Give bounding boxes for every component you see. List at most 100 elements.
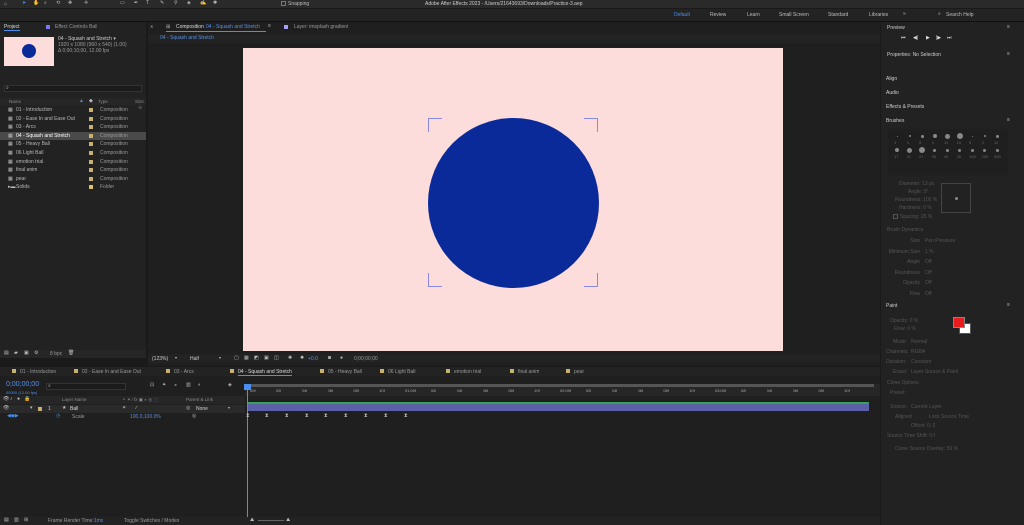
timeline-tab[interactable]: 05 - Heavy Ball: [328, 369, 362, 375]
show-snapshot-icon[interactable]: ●: [340, 355, 343, 361]
timeline-tab[interactable]: emotion trial: [454, 369, 481, 375]
project-search-field[interactable]: ⌕: [4, 85, 142, 92]
dynamics-value[interactable]: Pen Pressure: [925, 238, 955, 244]
brush-angle[interactable]: Angle: 0°: [908, 189, 928, 195]
new-folder-icon[interactable]: ▰: [14, 350, 18, 356]
layer-parent[interactable]: None: [196, 406, 208, 412]
column-name[interactable]: Name: [9, 99, 21, 104]
brush-tip[interactable]: [945, 148, 949, 152]
collapse-switch-icon[interactable]: ✶: [122, 405, 126, 411]
layer-row[interactable]: 👁 ▾ 1 ★ Ball ✶ ∕ ◎ None ▾: [0, 405, 245, 413]
keyframe-marker[interactable]: ⧗: [404, 414, 408, 419]
mask-visibility-icon[interactable]: ◩: [254, 355, 259, 361]
property-row[interactable]: ◀◆▶ ◷ Scale 100.0,100.0% ◎: [0, 413, 245, 421]
eraser-tool-icon[interactable]: ◈: [187, 0, 191, 6]
rectangle-tool-icon[interactable]: ▭: [120, 0, 125, 6]
panel-menu-icon[interactable]: ≡: [1007, 24, 1010, 30]
label-color-swatch[interactable]: [89, 142, 93, 147]
label-color-swatch[interactable]: [89, 108, 93, 112]
search-help-input[interactable]: Search Help: [946, 12, 974, 18]
time-ruler[interactable]: 00f 02f 04f 06f 08f 10f 01:00f 02f 04f 06f 08f 10f 0…: [245, 384, 880, 396]
label-color-swatch[interactable]: [89, 159, 93, 164]
keyframe-marker[interactable]: ⧗: [364, 414, 368, 419]
brush-tip[interactable]: [908, 135, 911, 137]
region-of-interest-icon[interactable]: ▢: [234, 355, 239, 361]
keyframe-marker[interactable]: ⧗: [324, 414, 328, 419]
delete-icon[interactable]: 🗑: [68, 350, 74, 356]
paint-menu-icon[interactable]: ≡: [1007, 302, 1010, 308]
timeline-tab[interactable]: 06 Light Ball: [388, 369, 416, 375]
workspace-default[interactable]: Default: [674, 12, 690, 18]
keyframe-marker[interactable]: ⧗: [285, 414, 289, 419]
zoom-in-icon[interactable]: ⛰: [286, 517, 290, 523]
brush-tip[interactable]: [896, 135, 898, 137]
clone-source-value[interactable]: Current Layer: [911, 404, 942, 410]
brush-diameter[interactable]: Diameter: 13 px: [899, 181, 934, 187]
brush-hardness[interactable]: Hardness: 0 %: [899, 205, 932, 211]
exposure-icon[interactable]: ✹: [300, 355, 304, 361]
column-size[interactable]: Size: [135, 99, 144, 104]
keyframe-marker[interactable]: ⧗: [305, 414, 309, 419]
keyframe-marker[interactable]: ⧗: [344, 414, 348, 419]
comp-breadcrumb[interactable]: 04 - Squash and Stretch: [160, 35, 214, 41]
label-color-swatch[interactable]: [89, 168, 93, 173]
chevron-down-icon[interactable]: ▾: [175, 355, 177, 360]
composition-tab-name[interactable]: 04 - Squash and Stretch: [206, 24, 260, 30]
zoom-tool-icon[interactable]: ⌕: [44, 0, 47, 6]
brush-tip[interactable]: [983, 135, 986, 137]
composition-tab-label[interactable]: Composition: [176, 24, 204, 30]
workspace-libraries[interactable]: Libraries: [869, 12, 888, 18]
brush-tip[interactable]: [983, 148, 986, 152]
snapping-checkbox[interactable]: [281, 1, 286, 6]
snapshot-icon[interactable]: ◙: [328, 355, 331, 361]
brush-tip[interactable]: [895, 148, 899, 152]
parent-link-column[interactable]: Parent & Link: [186, 397, 213, 402]
exposure-value[interactable]: +0.0: [308, 356, 318, 362]
effects-presets-section[interactable]: Effects & Presets: [886, 104, 924, 110]
magnification-dropdown[interactable]: (123%): [152, 356, 168, 362]
source-time-shift[interactable]: Source Time Shift: 0 f: [887, 433, 935, 439]
timeline-search[interactable]: ⌕: [46, 383, 126, 390]
project-item[interactable]: ▦ emotion trial Composition: [0, 158, 146, 166]
resolution-dropdown[interactable]: Half: [190, 356, 199, 362]
frame-blending-icon[interactable]: ▥: [186, 382, 191, 388]
column-type[interactable]: Type: [98, 99, 108, 104]
stopwatch-icon[interactable]: ◷: [56, 413, 60, 419]
project-item[interactable]: ▦ 02 - Ease In and Ease Out Composition: [0, 115, 146, 123]
paint-flow[interactable]: Flow: 0 %: [894, 326, 916, 332]
previous-frame-icon[interactable]: ◀|: [913, 35, 918, 41]
selection-tool-icon[interactable]: ➤: [22, 0, 26, 6]
brush-tip[interactable]: [971, 135, 973, 137]
chevron-down-icon[interactable]: ▾: [228, 405, 230, 410]
keyframe-marker[interactable]: ⧗: [384, 414, 388, 419]
draft-3d-icon[interactable]: ✦: [162, 382, 166, 388]
brush-tip[interactable]: [995, 134, 999, 138]
puppet-tool-icon[interactable]: ✱: [213, 0, 217, 6]
camera-tool-icon[interactable]: ✥: [68, 0, 72, 6]
paint-mode-value[interactable]: Normal: [911, 339, 927, 345]
audio-section[interactable]: Audio: [886, 90, 899, 96]
project-item[interactable]: ▦ 03 - Arcs Composition: [0, 123, 146, 131]
brush-roundness[interactable]: Roundness: 100 %: [895, 197, 937, 203]
comp-tab-menu-icon[interactable]: ≡: [268, 23, 271, 29]
brushes-menu-icon[interactable]: ≡: [1007, 117, 1010, 123]
project-item[interactable]: ▦ 05 - Heavy Ball Composition: [0, 140, 146, 148]
keyframe-marker[interactable]: ⧗: [265, 414, 269, 419]
roto-brush-tool-icon[interactable]: ✍: [200, 0, 206, 6]
toggle-switches-modes[interactable]: Toggle Switches / Modes: [124, 518, 179, 524]
dynamics-value[interactable]: Off: [925, 291, 932, 297]
layer-switches-toggle-icon[interactable]: ▤: [4, 517, 9, 523]
aligned-checkbox[interactable]: Aligned: [895, 414, 912, 420]
last-frame-icon[interactable]: ⏭: [947, 35, 952, 41]
first-frame-icon[interactable]: ⏮: [901, 35, 906, 41]
project-item[interactable]: ▦ 04 - Squash and Stretch Composition: [0, 131, 146, 140]
project-item[interactable]: ▦ 01 - Introduction Composition: [0, 106, 146, 114]
brush-tip[interactable]: [907, 147, 912, 153]
effect-controls-tab[interactable]: Effect Controls Ball: [55, 24, 97, 30]
layer-tab[interactable]: Layer: imsplash gradient: [294, 24, 348, 30]
brush-tip[interactable]: [933, 148, 936, 152]
zoom-out-icon[interactable]: ⛰: [250, 517, 254, 523]
paint-duration-value[interactable]: Constant: [911, 359, 931, 365]
current-time[interactable]: 0;00;00;00: [6, 381, 39, 388]
foreground-color-swatch[interactable]: [953, 317, 965, 328]
